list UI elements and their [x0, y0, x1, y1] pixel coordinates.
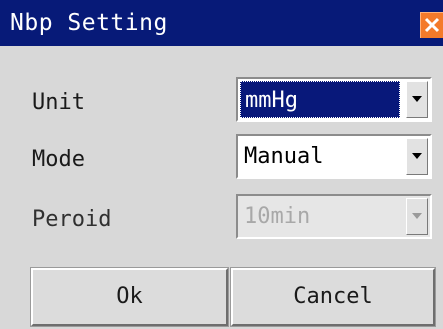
period-select: 10min	[236, 194, 432, 239]
chevron-down-icon	[412, 153, 422, 159]
mode-select[interactable]: Manual	[236, 134, 432, 179]
close-button[interactable]	[420, 12, 443, 38]
mode-label: Mode	[32, 147, 85, 172]
period-value: 10min	[244, 204, 311, 229]
dialog-title: Nbp Setting	[10, 10, 168, 36]
title-bar: Nbp Setting	[0, 0, 443, 46]
unit-value[interactable]: mmHg	[240, 81, 400, 118]
chevron-down-icon	[412, 213, 422, 219]
period-label: Peroid	[32, 207, 112, 232]
nbp-setting-dialog: Nbp Setting Unit mmHg Mode Manual Peroid…	[0, 0, 443, 329]
ok-button[interactable]: Ok	[30, 267, 229, 327]
mode-dropdown-button[interactable]	[406, 138, 428, 175]
cancel-button[interactable]: Cancel	[230, 267, 436, 327]
chevron-down-icon	[412, 96, 422, 102]
unit-label: Unit	[32, 90, 85, 115]
period-dropdown-button	[406, 198, 428, 235]
close-icon	[424, 17, 440, 33]
unit-select[interactable]: mmHg	[236, 77, 432, 122]
unit-dropdown-button[interactable]	[406, 81, 428, 118]
mode-value[interactable]: Manual	[240, 138, 400, 175]
